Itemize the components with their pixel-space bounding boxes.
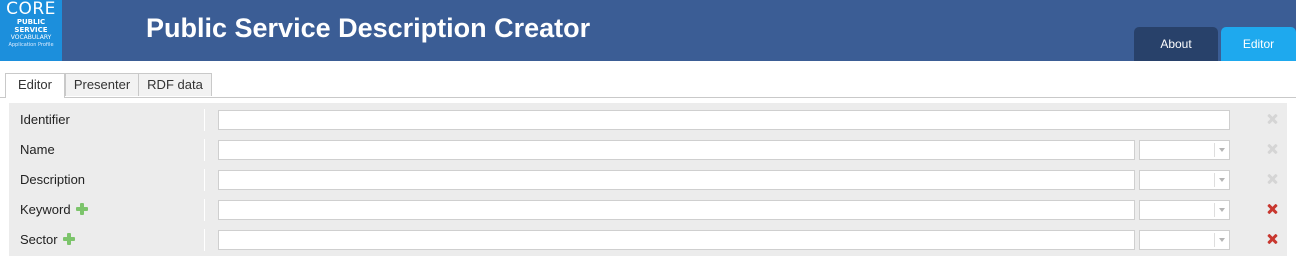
identifier-label: Identifier: [20, 105, 70, 135]
sector-label-text: Sector: [20, 232, 58, 247]
keyword-language-select[interactable]: [1139, 200, 1230, 220]
plus-icon[interactable]: [62, 233, 75, 245]
sector-language-select[interactable]: [1139, 230, 1230, 250]
chevron-down-icon: [1219, 238, 1225, 242]
logo-vocabulary-text: VOCABULARY: [10, 34, 52, 41]
subtab-rdf-data[interactable]: RDF data: [138, 73, 212, 96]
remove-x-icon: [1266, 173, 1278, 185]
logo-core-text: CORE: [6, 0, 56, 19]
app-header: CORE PUBLIC SERVICE VOCABULARY Applicati…: [0, 0, 1296, 61]
description-language-select[interactable]: [1139, 170, 1230, 190]
row-divider: [204, 199, 205, 221]
subtab-presenter[interactable]: Presenter: [65, 73, 139, 96]
row-divider: [204, 139, 205, 161]
chevron-down-icon: [1219, 148, 1225, 152]
view-subtabs: Editor Presenter RDF data: [0, 73, 1296, 98]
tab-about[interactable]: About: [1134, 27, 1218, 61]
form-row-sector: Sector: [9, 225, 1287, 255]
app-title: Public Service Description Creator: [146, 13, 591, 43]
keyword-label: Keyword: [20, 195, 88, 225]
name-input[interactable]: [218, 140, 1135, 160]
form-row-name: Name: [9, 135, 1287, 165]
description-label: Description: [20, 165, 85, 195]
remove-x-icon[interactable]: [1266, 203, 1278, 215]
sector-label: Sector: [20, 225, 75, 255]
remove-x-icon: [1266, 113, 1278, 125]
subtab-editor[interactable]: Editor: [5, 73, 65, 98]
name-label-text: Name: [20, 142, 55, 157]
form-row-description: Description: [9, 165, 1287, 195]
form-row-identifier: Identifier: [9, 105, 1287, 135]
select-divider: [1214, 173, 1215, 187]
description-label-text: Description: [20, 172, 86, 187]
chevron-down-icon: [1219, 178, 1225, 182]
remove-x-icon[interactable]: [1266, 233, 1278, 245]
logo-public-text: PUBLIC: [16, 18, 46, 26]
row-divider: [204, 229, 205, 251]
plus-icon[interactable]: [75, 203, 88, 215]
select-divider: [1214, 143, 1215, 157]
tab-editor[interactable]: Editor: [1221, 27, 1296, 61]
row-divider: [204, 109, 205, 131]
description-input[interactable]: [218, 170, 1135, 190]
logo-service-text: SERVICE: [14, 26, 48, 34]
keyword-label-text: Keyword: [20, 202, 71, 217]
sector-input[interactable]: [218, 230, 1135, 250]
remove-x-icon: [1266, 143, 1278, 155]
editor-form: Identifier Name Description Keyword Sect…: [9, 103, 1287, 256]
identifier-label-text: Identifier: [20, 112, 70, 127]
core-vocabulary-logo: CORE PUBLIC SERVICE VOCABULARY Applicati…: [0, 0, 62, 61]
row-divider: [204, 169, 205, 191]
select-divider: [1214, 203, 1215, 217]
identifier-input[interactable]: [218, 110, 1230, 130]
logo-application-profile-text: Application Profile: [8, 42, 54, 48]
keyword-input[interactable]: [218, 200, 1135, 220]
name-label: Name: [20, 135, 55, 165]
select-divider: [1214, 233, 1215, 247]
name-language-select[interactable]: [1139, 140, 1230, 160]
chevron-down-icon: [1219, 208, 1225, 212]
form-row-keyword: Keyword: [9, 195, 1287, 225]
